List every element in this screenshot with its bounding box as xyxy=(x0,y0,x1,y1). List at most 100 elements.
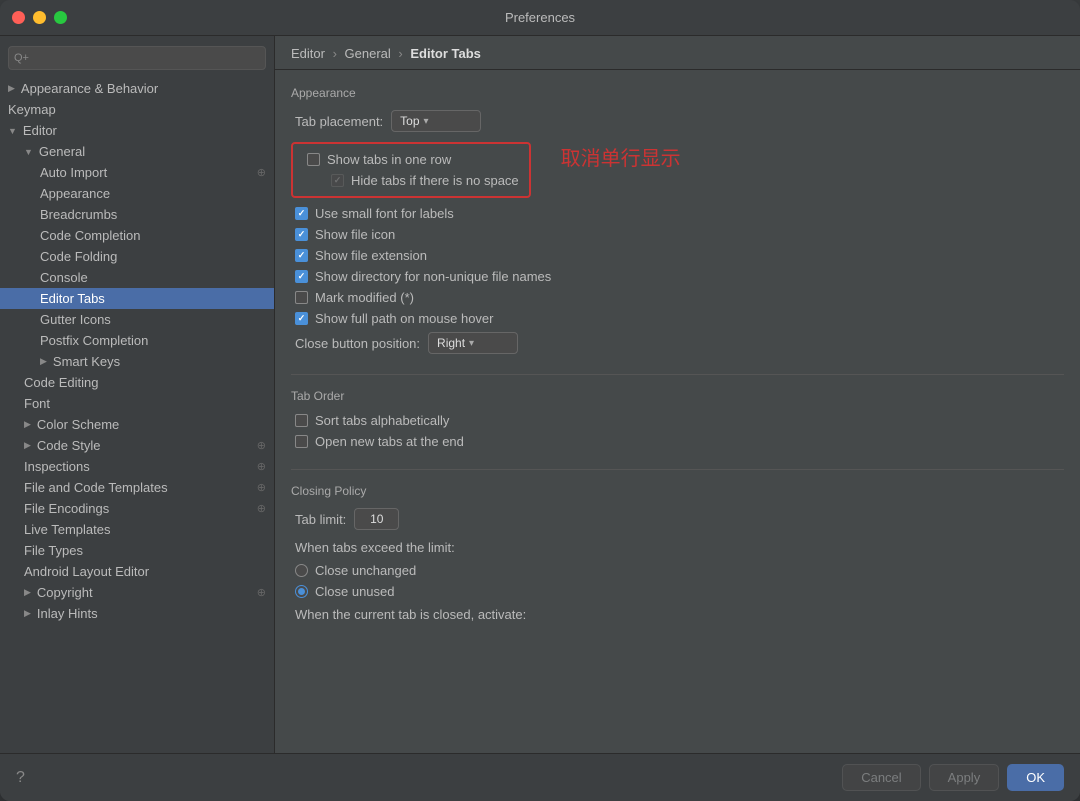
appearance-section-title: Appearance xyxy=(291,86,1064,100)
show-file-icon-label: Show file icon xyxy=(315,227,395,242)
open-new-tabs-label: Open new tabs at the end xyxy=(315,434,464,449)
sidebar-item-copyright[interactable]: ▶ Copyright ⊕ xyxy=(0,582,274,603)
use-small-font-label: Use small font for labels xyxy=(315,206,454,221)
close-button-label: Close button position: xyxy=(295,336,420,351)
sidebar-item-code-completion[interactable]: Code Completion xyxy=(0,225,274,246)
sidebar-item-code-editing[interactable]: Code Editing xyxy=(0,372,274,393)
show-tabs-one-row-row: Show tabs in one row xyxy=(303,152,519,167)
tab-limit-input[interactable] xyxy=(354,508,399,530)
search-input[interactable] xyxy=(8,46,266,70)
sidebar-item-label: Auto Import xyxy=(40,165,107,180)
open-new-tabs-checkbox[interactable] xyxy=(295,435,308,448)
dropdown-arrow-icon: ▾ xyxy=(469,338,474,349)
search-box[interactable]: Q+ xyxy=(8,46,266,70)
show-full-path-label: Show full path on mouse hover xyxy=(315,311,494,326)
maximize-button[interactable] xyxy=(54,11,67,24)
close-button-dropdown[interactable]: Right ▾ xyxy=(428,332,518,354)
close-button-value: Right xyxy=(437,336,465,350)
minimize-button[interactable] xyxy=(33,11,46,24)
apply-button[interactable]: Apply xyxy=(929,764,1000,791)
chinese-annotation: 取消单行显示 xyxy=(561,142,681,171)
when-exceed-label: When tabs exceed the limit: xyxy=(295,540,455,555)
use-small-font-row: Use small font for labels xyxy=(291,206,1064,221)
mark-modified-label: Mark modified (*) xyxy=(315,290,414,305)
sidebar-item-file-encodings[interactable]: File Encodings ⊕ xyxy=(0,498,274,519)
sidebar-item-code-style[interactable]: ▶ Code Style ⊕ xyxy=(0,435,274,456)
chevron-down-icon: ▼ xyxy=(24,147,33,157)
sidebar-item-general[interactable]: ▼ General xyxy=(0,141,274,162)
settings-content: Appearance Tab placement: Top ▾ xyxy=(275,70,1080,753)
show-tabs-one-row-label: Show tabs in one row xyxy=(327,152,451,167)
breadcrumb-current: Editor Tabs xyxy=(410,46,481,61)
show-directory-checkbox[interactable] xyxy=(295,270,308,283)
tab-limit-row: Tab limit: xyxy=(291,508,1064,530)
show-full-path-checkbox[interactable] xyxy=(295,312,308,325)
sidebar-item-console[interactable]: Console xyxy=(0,267,274,288)
sidebar-item-label: Appearance xyxy=(40,186,110,201)
right-panel: Editor › General › Editor Tabs Appearanc… xyxy=(275,36,1080,753)
title-bar: Preferences xyxy=(0,0,1080,36)
sidebar-item-android-layout-editor[interactable]: Android Layout Editor xyxy=(0,561,274,582)
tab-order-section: Tab Order Sort tabs alphabetically Open … xyxy=(291,389,1064,449)
sidebar-item-postfix-completion[interactable]: Postfix Completion xyxy=(0,330,274,351)
sidebar-item-appearance-behavior[interactable]: ▶ Appearance & Behavior xyxy=(0,78,274,99)
hide-tabs-row: Hide tabs if there is no space xyxy=(303,173,519,188)
sidebar-item-label: Code Folding xyxy=(40,249,117,264)
hide-tabs-checkbox[interactable] xyxy=(331,174,344,187)
sidebar-item-label: Breadcrumbs xyxy=(40,207,117,222)
sidebar-item-breadcrumbs[interactable]: Breadcrumbs xyxy=(0,204,274,225)
sidebar-item-smart-keys[interactable]: ▶ Smart Keys xyxy=(0,351,274,372)
show-file-extension-label: Show file extension xyxy=(315,248,427,263)
show-tabs-one-row-checkbox[interactable] xyxy=(307,153,320,166)
sidebar-item-file-code-templates[interactable]: File and Code Templates ⊕ xyxy=(0,477,274,498)
tab-order-section-title: Tab Order xyxy=(291,389,1064,403)
open-new-tabs-row: Open new tabs at the end xyxy=(291,434,1064,449)
sidebar-item-label: Inlay Hints xyxy=(37,606,98,621)
sidebar-item-file-types[interactable]: File Types xyxy=(0,540,274,561)
sidebar-item-gutter-icons[interactable]: Gutter Icons xyxy=(0,309,274,330)
sidebar-item-label: Color Scheme xyxy=(37,417,119,432)
chevron-right-icon: ▶ xyxy=(8,83,15,94)
sidebar-item-live-templates[interactable]: Live Templates xyxy=(0,519,274,540)
sidebar-item-label: File Encodings xyxy=(24,501,109,516)
sidebar-item-label: Android Layout Editor xyxy=(24,564,149,579)
sidebar-item-appearance[interactable]: Appearance xyxy=(0,183,274,204)
sidebar-item-font[interactable]: Font xyxy=(0,393,274,414)
chevron-right-icon: ▶ xyxy=(24,608,31,619)
chevron-right-icon: ▶ xyxy=(24,587,31,598)
close-unused-radio[interactable] xyxy=(295,585,308,598)
ok-button[interactable]: OK xyxy=(1007,764,1064,791)
sidebar-item-keymap[interactable]: Keymap xyxy=(0,99,274,120)
closing-policy-section-title: Closing Policy xyxy=(291,484,1064,498)
use-small-font-checkbox[interactable] xyxy=(295,207,308,220)
sidebar-item-label: Smart Keys xyxy=(53,354,120,369)
sidebar-item-inspections[interactable]: Inspections ⊕ xyxy=(0,456,274,477)
sort-tabs-checkbox[interactable] xyxy=(295,414,308,427)
sidebar-item-code-folding[interactable]: Code Folding xyxy=(0,246,274,267)
sidebar-item-inlay-hints[interactable]: ▶ Inlay Hints xyxy=(0,603,274,624)
tab-placement-dropdown[interactable]: Top ▾ xyxy=(391,110,481,132)
sidebar-item-label: Console xyxy=(40,270,88,285)
sidebar-item-editor[interactable]: ▼ Editor xyxy=(0,120,274,141)
show-full-path-row: Show full path on mouse hover xyxy=(291,311,1064,326)
show-file-extension-checkbox[interactable] xyxy=(295,249,308,262)
mark-modified-checkbox[interactable] xyxy=(295,291,308,304)
help-button[interactable]: ? xyxy=(16,769,25,787)
sidebar-item-label: Editor xyxy=(23,123,57,138)
close-unused-label: Close unused xyxy=(315,584,395,599)
close-unchanged-radio[interactable] xyxy=(295,564,308,577)
sidebar-item-color-scheme[interactable]: ▶ Color Scheme xyxy=(0,414,274,435)
tab-placement-value: Top xyxy=(400,114,419,128)
sidebar: Q+ ▶ Appearance & Behavior Keymap ▼ Edit… xyxy=(0,36,275,753)
copy-icon: ⊕ xyxy=(257,586,266,599)
divider-2 xyxy=(291,469,1064,470)
sidebar-item-auto-import[interactable]: Auto Import ⊕ xyxy=(0,162,274,183)
row-with-annotation: Show tabs in one row Hide tabs if there … xyxy=(291,142,1064,206)
appearance-section: Appearance Tab placement: Top ▾ xyxy=(291,86,1064,354)
search-icon: Q+ xyxy=(14,52,29,64)
close-button[interactable] xyxy=(12,11,25,24)
show-file-icon-checkbox[interactable] xyxy=(295,228,308,241)
sidebar-item-editor-tabs[interactable]: Editor Tabs xyxy=(0,288,274,309)
tab-placement-label: Tab placement: xyxy=(295,114,383,129)
cancel-button[interactable]: Cancel xyxy=(842,764,920,791)
